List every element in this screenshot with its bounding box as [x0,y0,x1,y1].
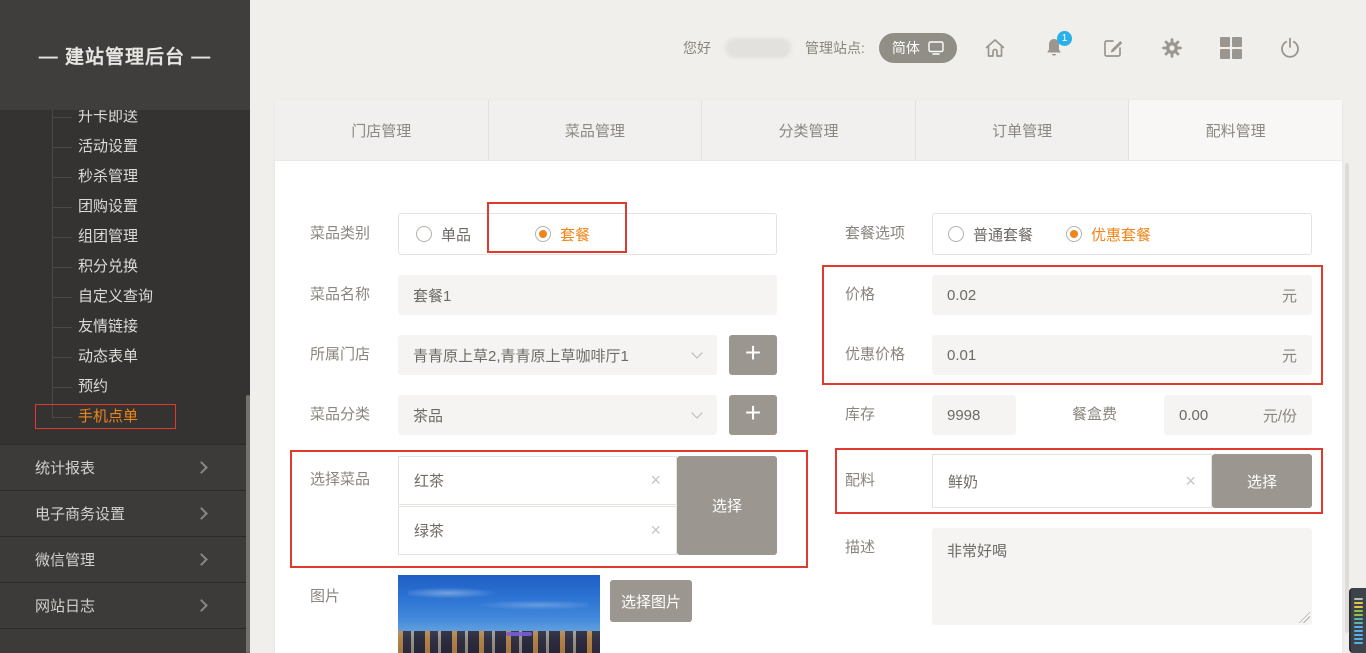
price-input[interactable]: 0.02 元 [932,275,1312,315]
radio-combo-dish[interactable]: 套餐 [535,224,590,245]
chevron-right-icon [195,553,208,566]
tab-category-management[interactable]: 分类管理 [702,100,916,160]
tab-order-management[interactable]: 订单管理 [916,100,1130,160]
sidebar-item-flashsale[interactable]: 秒杀管理 [78,167,138,187]
sidebar-section-site-logs[interactable]: 网站日志 [0,582,250,628]
radio-circle-icon [1066,226,1082,242]
tab-bar: 门店管理 菜品管理 分类管理 订单管理 配料管理 [275,100,1342,161]
store-dropdown[interactable]: 青青原上草2,青青原上草咖啡厅1 [398,335,717,375]
box-fee-label: 餐盒费 [1072,405,1117,425]
header-icon-bar: 1 [983,33,1302,63]
combo-option-radio-group: 普通套餐 优惠套餐 [932,213,1312,255]
notification-badge: 1 [1057,31,1072,46]
combo-option-label: 套餐选项 [845,224,905,244]
page-scrollbar[interactable] [1345,163,1349,633]
box-fee-unit: 元/份 [1263,405,1297,426]
edit-icon[interactable] [1101,36,1125,60]
site-label: 管理站点: [805,38,865,58]
radio-circle-icon [948,226,964,242]
chevron-right-icon [195,507,208,520]
select-ingredient-button[interactable]: 选择 [1212,454,1312,508]
select-dishes-button[interactable]: 选择 [677,456,777,555]
monitor-icon [928,41,944,55]
price-label: 价格 [845,285,875,305]
tab-dish-management[interactable]: 菜品管理 [489,100,703,160]
sidebar-item-points-exchange[interactable]: 积分兑换 [78,257,138,277]
select-image-button[interactable]: 选择图片 [610,580,692,622]
dish-type-label: 菜品类别 [310,224,370,244]
greeting-text: 您好 [683,38,711,58]
stock-label: 库存 [845,405,875,425]
select-dishes-label: 选择菜品 [310,470,370,490]
dish-image-thumbnail [398,575,600,653]
dish-type-radio-group: 单品 套餐 [398,213,777,255]
remove-item-icon[interactable]: × [1185,471,1196,492]
discount-price-input[interactable]: 0.01 元 [932,335,1312,375]
active-item-highlight-box [35,404,176,429]
username-redacted [725,38,791,58]
box-fee-input[interactable]: 0.00 元/份 [1164,395,1312,435]
chevron-right-icon [195,599,208,612]
discount-price-label: 优惠价格 [845,345,905,365]
language-switch-button[interactable]: 简体 [879,33,957,63]
description-textarea[interactable]: 非常好喝 [932,528,1312,625]
radio-circle-icon [535,226,551,242]
description-label: 描述 [845,538,875,558]
chevron-down-icon [691,347,702,358]
sidebar-item-group-manage[interactable]: 组团管理 [78,227,138,247]
selected-ingredient-item: 鲜奶 × [932,454,1212,508]
radio-normal-combo[interactable]: 普通套餐 [948,224,1033,245]
dish-category-dropdown[interactable]: 茶品 [398,395,717,435]
dish-name-input[interactable]: 套餐1 [398,275,777,315]
power-logout-icon[interactable] [1278,36,1302,60]
add-category-button[interactable]: + [729,395,777,435]
store-label: 所属门店 [310,345,370,365]
notifications-bell-icon[interactable]: 1 [1042,36,1066,60]
sidebar-item-custom-query[interactable]: 自定义查询 [78,287,153,307]
dish-name-label: 菜品名称 [310,285,370,305]
home-icon[interactable] [983,36,1007,60]
sidebar-item-activity-settings[interactable]: 活动设置 [78,137,138,157]
add-store-button[interactable]: + [729,335,777,375]
browser-extension-widget[interactable] [1349,588,1366,653]
tab-store-management[interactable]: 门店管理 [275,100,489,160]
sidebar-item-booking[interactable]: 预约 [78,377,108,397]
sidebar-scrollbar[interactable] [246,395,250,653]
sidebar-item-groupbuy[interactable]: 团购设置 [78,197,138,217]
discount-price-unit: 元 [1282,345,1297,366]
radio-circle-icon [416,226,432,242]
sidebar-section-ecommerce[interactable]: 电子商务设置 [0,490,250,536]
apps-grid-icon[interactable] [1219,36,1243,60]
tab-ingredient-management[interactable]: 配料管理 [1129,100,1342,160]
radio-single-dish[interactable]: 单品 [416,224,471,245]
price-unit: 元 [1282,285,1297,306]
sidebar: 升卡即送 活动设置 秒杀管理 团购设置 组团管理 积分兑换 自定义查询 友情链接… [0,0,250,653]
ingredients-label: 配料 [845,471,875,491]
sidebar-item-friend-links[interactable]: 友情链接 [78,317,138,337]
dish-category-label: 菜品分类 [310,405,370,425]
sidebar-header: — 建站管理后台 — [0,0,250,110]
menu-tree-line [52,104,53,417]
chevron-down-icon [691,407,702,418]
content-panel: 门店管理 菜品管理 分类管理 订单管理 配料管理 菜品类别 单品 套餐 套餐选项… [275,100,1342,653]
image-label: 图片 [310,587,340,607]
thumbnail-sky [398,575,600,635]
sidebar-item-card-gift[interactable]: 升卡即送 [78,107,138,127]
remove-item-icon[interactable]: × [650,470,661,491]
sidebar-section-statistics[interactable]: 统计报表 [0,444,250,490]
chevron-right-icon [195,461,208,474]
remove-item-icon[interactable]: × [650,520,661,541]
app-title: — 建站管理后台 — [39,42,212,69]
selected-dish-item: 红茶 × [398,456,677,505]
header-user-area: 您好 管理站点: 简体 [683,33,957,63]
stock-input[interactable]: 9998 [932,395,1016,435]
sidebar-section-wechat[interactable]: 微信管理 [0,536,250,582]
sidebar-section-spacer [0,628,250,653]
settings-gear-icon[interactable] [1160,36,1184,60]
radio-discount-combo[interactable]: 优惠套餐 [1066,224,1151,245]
sidebar-item-dynamic-forms[interactable]: 动态表单 [78,347,138,367]
thumbnail-skyline [398,631,600,653]
selected-dish-item: 绿茶 × [398,506,677,555]
